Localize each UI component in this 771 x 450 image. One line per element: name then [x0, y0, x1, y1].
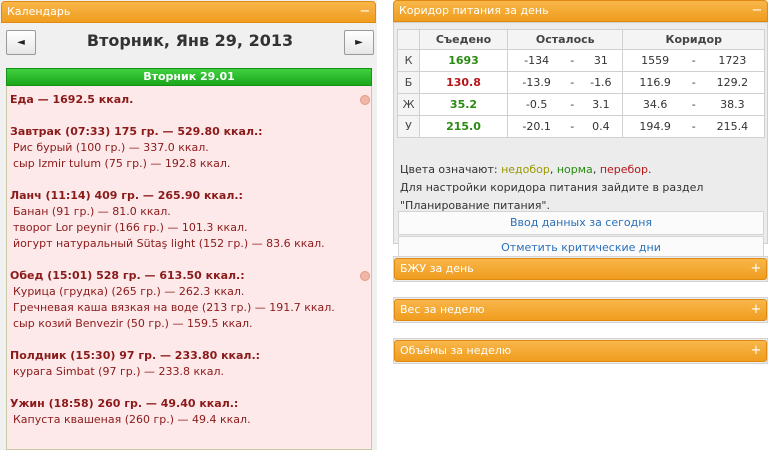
- row-label: Б: [397, 71, 420, 94]
- meal-item: сыр козий Benvezir (50 гр.) — 159.5 ккал…: [13, 317, 253, 330]
- corridor-max: 1723: [700, 49, 765, 72]
- meal-item: Рис бурый (100 гр.) — 337.0 ккал.: [13, 141, 209, 154]
- left-min: -20.1: [507, 115, 566, 138]
- color-legend: Цвета означают: недобор, норма, перебор.: [400, 163, 652, 176]
- weight-header[interactable]: Вес за неделю +: [394, 299, 767, 321]
- eaten-value: 215.0: [419, 115, 508, 138]
- meal-item: йогурт натуральный Sütaş light (152 гр.)…: [13, 237, 325, 250]
- meal-item: творог Lor peynir (166 гр.) — 101.3 ккал…: [13, 221, 248, 234]
- legend-prefix: Цвета означают:: [400, 163, 498, 176]
- row-label: К: [397, 49, 420, 72]
- next-day-button[interactable]: ►: [344, 30, 374, 55]
- hint-text: Для настройки коридора питания зайдите в…: [400, 181, 704, 194]
- range-dash: -: [686, 71, 701, 94]
- meal-title: Завтрак (07:33) 175 гр. — 529.80 ккал.:: [10, 125, 263, 138]
- eaten-value: 130.8: [419, 71, 508, 94]
- left-max: -1.6: [579, 71, 624, 94]
- corridor-min: 34.6: [622, 93, 687, 116]
- corridor-header-title: Коридор питания за день: [399, 4, 549, 17]
- range-dash: -: [686, 93, 701, 116]
- range-dash: -: [565, 115, 580, 138]
- meal-title: Ланч (11:14) 409 гр. — 265.90 ккал.:: [10, 189, 243, 202]
- bju-header[interactable]: БЖУ за день +: [394, 258, 767, 280]
- meal-item: Банан (91 гр.) — 81.0 ккал.: [13, 205, 171, 218]
- table-row: У 215.0 -20.1 - 0.4 194.9 - 215.4: [397, 115, 765, 138]
- meal-title: Обед (15:01) 528 гр. — 613.50 ккал.:: [10, 269, 245, 282]
- range-dash: -: [565, 71, 580, 94]
- corridor-table: Съедено Осталось Коридор К 1693 -134 - 3…: [397, 29, 765, 138]
- column-header: Коридор: [622, 29, 765, 50]
- corridor-max: 129.2: [700, 71, 765, 94]
- range-dash: -: [565, 49, 580, 72]
- meals-list: Еда — 1692.5 ккал. Завтрак (07:33) 175 г…: [6, 86, 372, 450]
- corner-cell: [397, 29, 420, 50]
- food-total: Еда — 1692.5 ккал.: [10, 93, 134, 106]
- meal-title: Ужин (18:58) 260 гр. — 49.40 ккал.:: [10, 397, 239, 410]
- meal-title: Полдник (15:30) 97 гр. — 233.80 ккал.:: [10, 349, 261, 362]
- row-label: Ж: [397, 93, 420, 116]
- row-label: У: [397, 115, 420, 138]
- corridor-max: 38.3: [700, 93, 765, 116]
- left-min: -13.9: [507, 71, 566, 94]
- collapse-icon[interactable]: −: [751, 4, 763, 17]
- expand-icon[interactable]: +: [750, 344, 762, 357]
- table-row: К 1693 -134 - 31 1559 - 1723: [397, 49, 765, 72]
- table-row: Ж 35.2 -0.5 - 3.1 34.6 - 38.3: [397, 93, 765, 116]
- collapse-icon[interactable]: −: [359, 5, 371, 18]
- table-row: Б 130.8 -13.9 - -1.6 116.9 - 129.2: [397, 71, 765, 94]
- range-dash: -: [686, 115, 701, 138]
- volume-header[interactable]: Объёмы за неделю +: [394, 340, 767, 362]
- meal-item: Гречневая каша вязкая на воде (213 гр.) …: [13, 301, 335, 314]
- legend-over: перебор: [599, 163, 649, 176]
- column-header: Осталось: [506, 29, 624, 50]
- expand-icon[interactable]: +: [750, 303, 762, 316]
- eaten-value: 35.2: [419, 93, 508, 116]
- corridor-panel: Съедено Осталось Коридор К 1693 -134 - 3…: [393, 22, 768, 260]
- legend-end: .: [648, 163, 652, 176]
- left-min: -134: [507, 49, 566, 72]
- corridor-min: 194.9: [622, 115, 687, 138]
- legend-under: недобор: [501, 163, 550, 176]
- calendar-header-title: Календарь: [7, 5, 71, 18]
- corridor-min: 116.9: [622, 71, 687, 94]
- volume-title: Объёмы за неделю: [400, 344, 512, 357]
- legend-sep: ,: [549, 163, 554, 176]
- bju-title: БЖУ за день: [400, 262, 474, 275]
- corridor-header[interactable]: Коридор питания за день −: [393, 0, 768, 22]
- bju-panel: БЖУ за день +: [393, 256, 768, 282]
- weight-panel: Вес за неделю +: [393, 297, 768, 323]
- calendar-column: Календарь − ◄ Вторник, Янв 29, 2013 ► Вт…: [0, 0, 377, 450]
- prev-day-button[interactable]: ◄: [6, 30, 36, 55]
- apple-icon[interactable]: [360, 271, 370, 281]
- meal-item: Курица (грудка) (265 гр.) — 262.3 ккал.: [13, 285, 245, 298]
- eaten-value: 1693: [419, 49, 508, 72]
- volume-panel: Объёмы за неделю +: [393, 338, 768, 364]
- corridor-min: 1559: [622, 49, 687, 72]
- column-header: Съедено: [419, 29, 508, 50]
- right-column: Коридор питания за день − Съедено Остало…: [391, 0, 771, 450]
- legend-norm: норма: [556, 163, 593, 176]
- meal-item: Капуста квашеная (260 гр.) — 49.4 ккал.: [13, 413, 251, 426]
- date-title: Вторник, Янв 29, 2013: [86, 31, 294, 50]
- legend-sep: ,: [592, 163, 597, 176]
- calendar-header[interactable]: Календарь −: [1, 1, 376, 23]
- expand-icon[interactable]: +: [750, 262, 762, 275]
- left-min: -0.5: [507, 93, 566, 116]
- meal-item: курага Simbat (97 гр.) — 233.8 ккал.: [13, 365, 225, 378]
- left-max: 31: [579, 49, 624, 72]
- left-max: 0.4: [579, 115, 624, 138]
- left-max: 3.1: [579, 93, 624, 116]
- weight-title: Вес за неделю: [400, 303, 485, 316]
- range-dash: -: [565, 93, 580, 116]
- apple-icon[interactable]: [360, 95, 370, 105]
- meal-item: сыр Izmir tulum (75 гр.) — 192.8 ккал.: [13, 157, 231, 170]
- table-header-row: Съедено Осталось Коридор: [397, 29, 765, 50]
- range-dash: -: [686, 49, 701, 72]
- corridor-max: 215.4: [700, 115, 765, 138]
- day-label-bar: Вторник 29.01: [6, 68, 372, 86]
- enter-today-button[interactable]: Ввод данных за сегодня: [398, 211, 764, 235]
